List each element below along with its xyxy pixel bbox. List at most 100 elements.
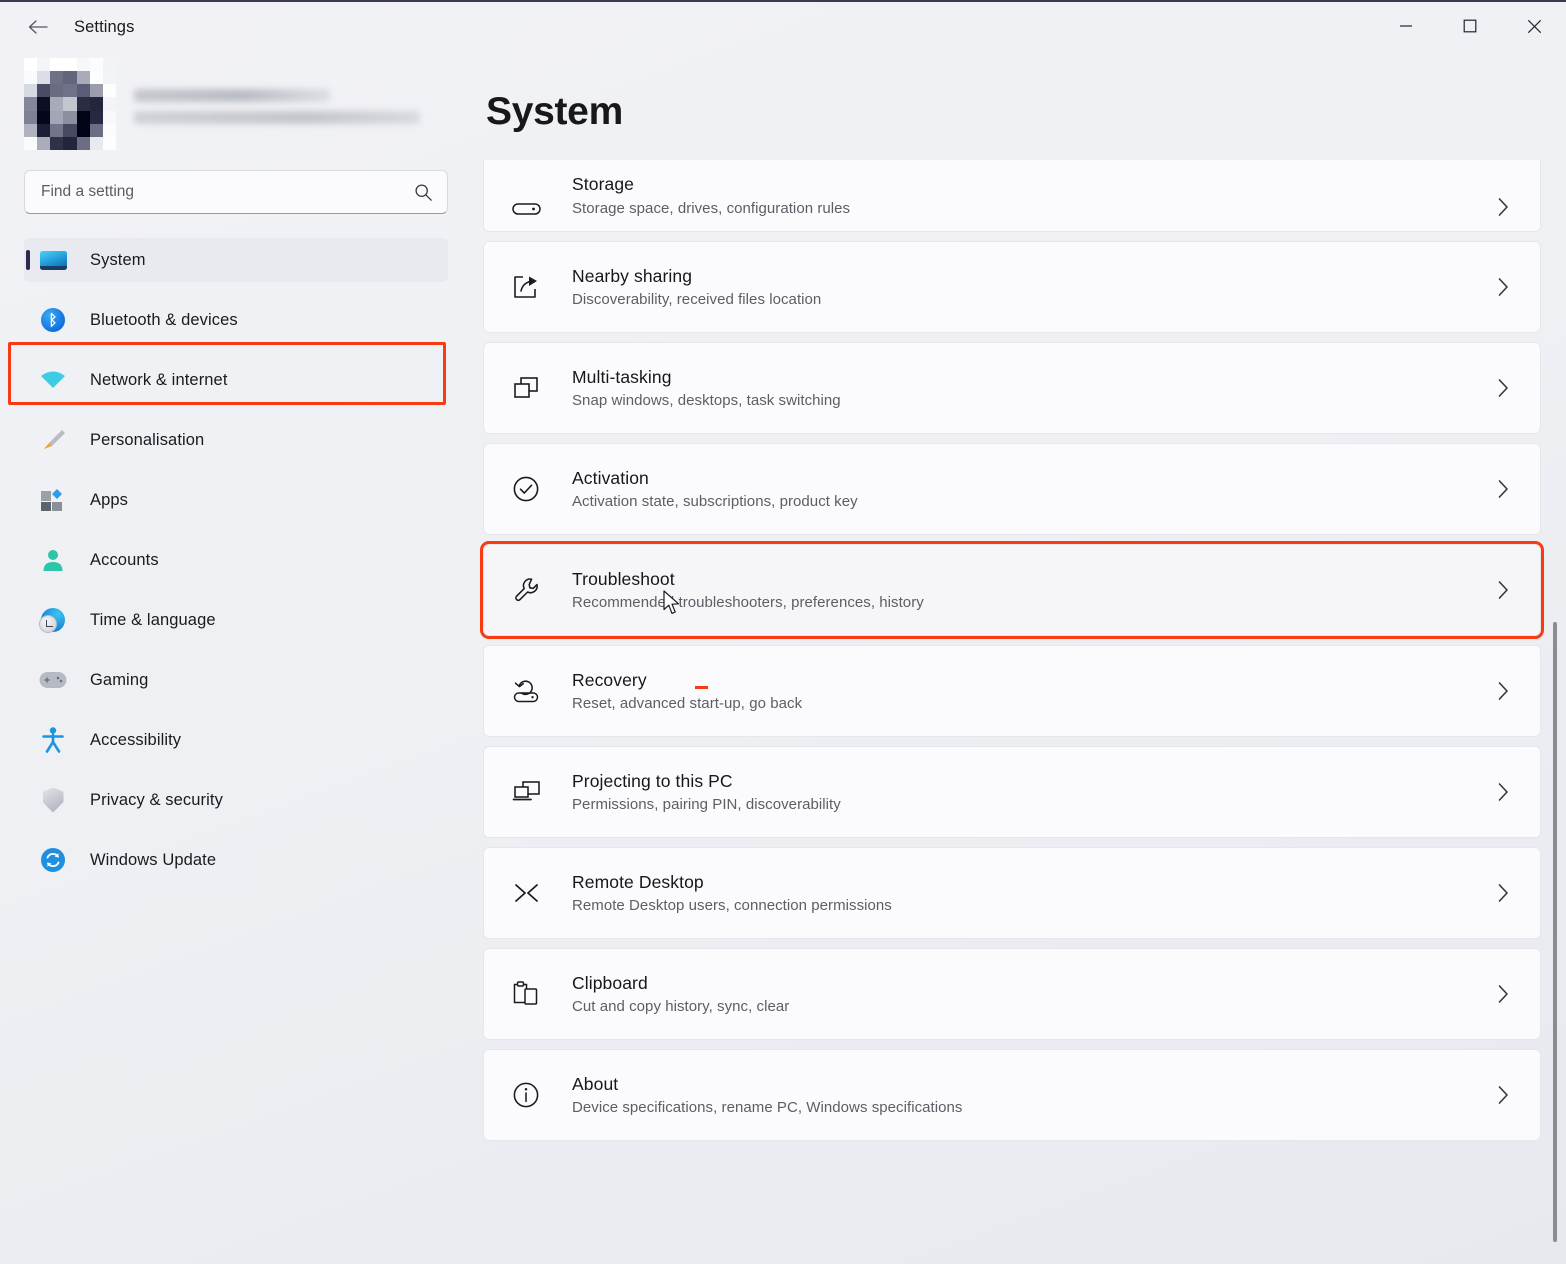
gamepad-icon (38, 667, 68, 693)
sidebar-item-gaming[interactable]: Gaming (24, 658, 448, 702)
remote-desktop-icon (512, 880, 558, 906)
card-text: Clipboard Cut and copy history, sync, cl… (558, 973, 1488, 1016)
card-text: Multi-tasking Snap windows, desktops, ta… (558, 367, 1488, 410)
minimize-button[interactable] (1374, 2, 1438, 50)
card-text: Nearby sharing Discoverability, received… (558, 266, 1488, 309)
chevron-right-icon (1488, 378, 1518, 398)
sidebar-item-label: Privacy & security (90, 791, 223, 810)
sidebar-item-personalisation[interactable]: Personalisation (24, 418, 448, 462)
sidebar-item-bluetooth-devices[interactable]: ᛒ Bluetooth & devices (24, 298, 448, 342)
card-text: Remote Desktop Remote Desktop users, con… (558, 872, 1488, 915)
search-input[interactable] (41, 183, 414, 201)
card-subtitle: Device specifications, rename PC, Window… (572, 1099, 1488, 1116)
projecting-screen-icon (512, 779, 558, 805)
settings-card-multi-tasking[interactable]: Multi-tasking Snap windows, desktops, ta… (483, 342, 1541, 434)
back-button[interactable] (18, 11, 58, 43)
maximize-button[interactable] (1438, 2, 1502, 50)
back-arrow-icon (27, 18, 49, 36)
avatar-pixelated (24, 58, 116, 150)
scrollbar-thumb[interactable] (1553, 622, 1557, 1242)
accessibility-person-icon (38, 727, 68, 753)
settings-card-recovery[interactable]: Recovery Reset, advanced start-up, go ba… (483, 645, 1541, 737)
card-title: Troubleshoot (572, 569, 1488, 591)
settings-card-troubleshoot[interactable]: Troubleshoot Recommended troubleshooters… (483, 544, 1541, 636)
check-circle-icon (512, 475, 558, 503)
card-text: Activation Activation state, subscriptio… (558, 468, 1488, 511)
paintbrush-icon (38, 427, 68, 453)
sidebar: System ᛒ Bluetooth & devices Network & i… (0, 52, 470, 1264)
profile-text (134, 85, 420, 124)
sidebar-item-label: Gaming (90, 671, 148, 690)
close-button[interactable] (1502, 2, 1566, 50)
window-controls (1374, 2, 1566, 50)
settings-card-projecting-to-this-pc[interactable]: Projecting to this PC Permissions, pairi… (483, 746, 1541, 838)
card-subtitle: Reset, advanced start-up, go back (572, 695, 1488, 712)
card-title: Remote Desktop (572, 872, 1488, 894)
avatar (24, 58, 116, 150)
card-subtitle: Remote Desktop users, connection permiss… (572, 897, 1488, 914)
chevron-right-icon (1488, 479, 1518, 499)
page-title: System (486, 90, 1566, 134)
scrollbar[interactable] (1550, 52, 1560, 1264)
hard-drive-icon (512, 201, 558, 217)
recovery-drive-icon (512, 677, 558, 705)
chevron-right-icon (1488, 681, 1518, 701)
chevron-right-icon (1488, 984, 1518, 1004)
profile-name-blurred (134, 89, 330, 102)
sidebar-item-label: Accounts (90, 551, 159, 570)
profile-email-blurred (134, 111, 420, 124)
card-text: Storage Storage space, drives, configura… (558, 174, 1488, 217)
card-subtitle: Storage space, drives, configuration rul… (572, 200, 1488, 217)
sidebar-item-accounts[interactable]: Accounts (24, 538, 448, 582)
card-subtitle: Activation state, subscriptions, product… (572, 493, 1488, 510)
settings-card-nearby-sharing[interactable]: Nearby sharing Discoverability, received… (483, 241, 1541, 333)
chevron-right-icon (1488, 197, 1518, 217)
card-title: Recovery (572, 670, 1488, 692)
chevron-right-icon (1488, 277, 1518, 297)
card-title: Clipboard (572, 973, 1488, 995)
card-subtitle: Discoverability, received files location (572, 291, 1488, 308)
monitor-icon (38, 247, 68, 273)
card-text: Recovery Reset, advanced start-up, go ba… (558, 670, 1488, 713)
chevron-right-icon (1488, 580, 1518, 600)
shield-icon (38, 787, 68, 813)
user-profile[interactable] (24, 52, 448, 156)
settings-card-list: Storage Storage space, drives, configura… (483, 160, 1566, 1141)
window-body: System ᛒ Bluetooth & devices Network & i… (0, 52, 1566, 1264)
multitask-windows-icon (512, 375, 558, 401)
settings-card-clipboard[interactable]: Clipboard Cut and copy history, sync, cl… (483, 948, 1541, 1040)
card-subtitle: Snap windows, desktops, task switching (572, 392, 1488, 409)
sidebar-item-label: Apps (90, 491, 128, 510)
app-title: Settings (74, 18, 134, 37)
card-subtitle: Permissions, pairing PIN, discoverabilit… (572, 796, 1488, 813)
chevron-right-icon (1488, 1085, 1518, 1105)
sidebar-item-label: System (90, 251, 146, 270)
main-content: System Storage Storage space, drives, co… (470, 52, 1566, 1264)
chevron-right-icon (1488, 883, 1518, 903)
search-box[interactable] (24, 170, 448, 214)
sidebar-item-label: Windows Update (90, 851, 216, 870)
card-subtitle: Recommended troubleshooters, preferences… (572, 594, 1488, 611)
sidebar-item-apps[interactable]: Apps (24, 478, 448, 522)
sidebar-item-label: Personalisation (90, 431, 204, 450)
sidebar-item-windows-update[interactable]: Windows Update (24, 838, 448, 882)
settings-window: Settings (0, 0, 1566, 1264)
settings-card-about[interactable]: About Device specifications, rename PC, … (483, 1049, 1541, 1141)
bluetooth-icon: ᛒ (38, 307, 68, 333)
clock-globe-icon (38, 607, 68, 633)
settings-card-remote-desktop[interactable]: Remote Desktop Remote Desktop users, con… (483, 847, 1541, 939)
sidebar-item-accessibility[interactable]: Accessibility (24, 718, 448, 762)
sidebar-item-time-language[interactable]: Time & language (24, 598, 448, 642)
sidebar-item-privacy-security[interactable]: Privacy & security (24, 778, 448, 822)
card-subtitle: Cut and copy history, sync, clear (572, 998, 1488, 1015)
card-title: Multi-tasking (572, 367, 1488, 389)
settings-card-storage[interactable]: Storage Storage space, drives, configura… (483, 160, 1541, 232)
settings-card-activation[interactable]: Activation Activation state, subscriptio… (483, 443, 1541, 535)
wrench-icon (512, 575, 558, 605)
sidebar-item-network-internet[interactable]: Network & internet (24, 358, 448, 402)
sidebar-item-system[interactable]: System (24, 238, 448, 282)
title-bar: Settings (0, 2, 1566, 52)
chevron-right-icon (1488, 782, 1518, 802)
sidebar-item-label: Accessibility (90, 731, 181, 750)
person-icon (38, 547, 68, 573)
